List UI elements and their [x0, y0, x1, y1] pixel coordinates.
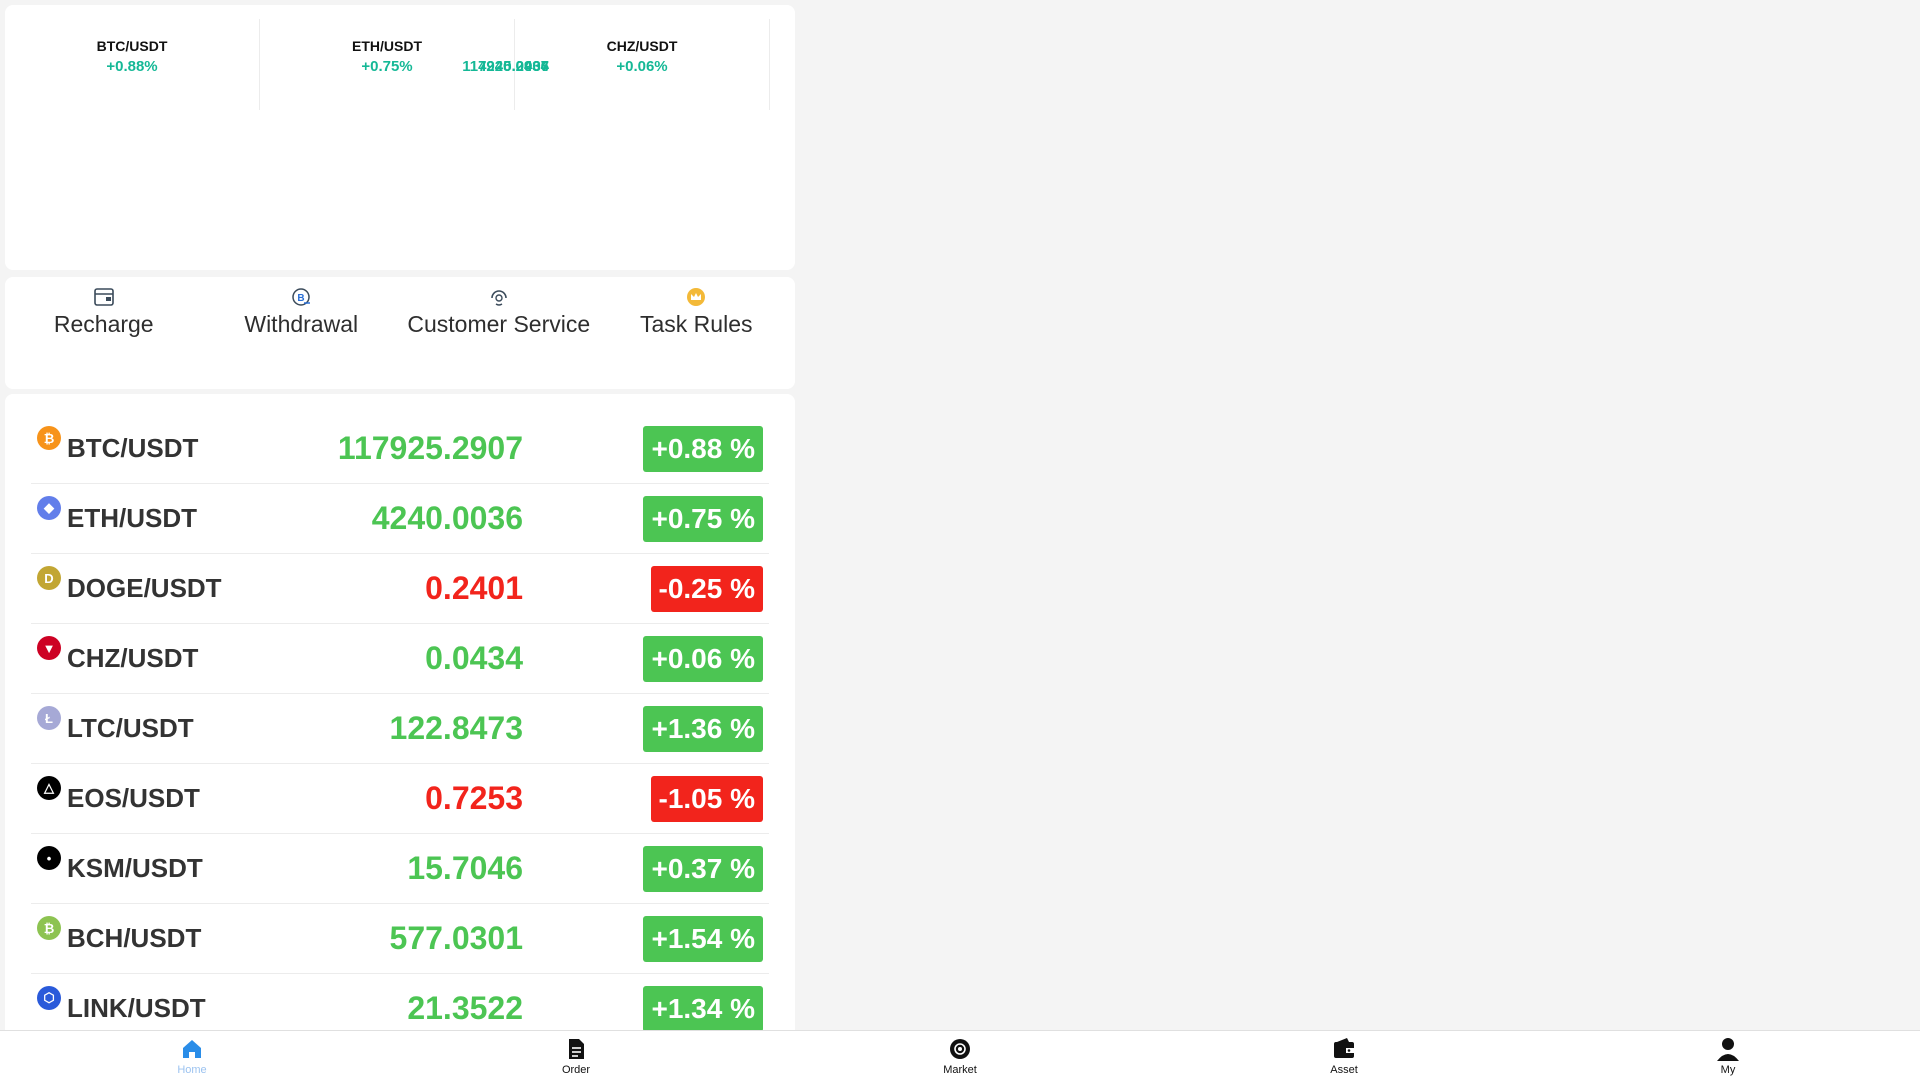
action-label: Recharge	[53, 311, 154, 337]
market-icon	[950, 1039, 970, 1059]
ticker-btc[interactable]: BTC/USDT 117925.2907 +0.88%	[5, 19, 549, 110]
change-badge: +0.75 %	[643, 495, 763, 542]
document-icon	[569, 1039, 584, 1059]
action-label: Withdrawal	[244, 311, 359, 337]
market-price: 577.0301	[389, 920, 523, 956]
market-price: 4240.0036	[371, 500, 523, 536]
market-pair: DOGE/USDT	[67, 573, 222, 603]
action-label: Customer Service	[407, 311, 591, 337]
ksm-icon: •	[37, 846, 61, 870]
ticker-change: +0.06%	[616, 58, 668, 75]
tab-market[interactable]: Market	[768, 1031, 1152, 1080]
tab-label: Home	[177, 1064, 207, 1076]
crown-icon	[687, 288, 706, 306]
market-pair: BTC/USDT	[67, 433, 199, 463]
change-badge: +0.06 %	[643, 635, 763, 682]
wallet-icon	[1334, 1038, 1354, 1058]
market-pair: EOS/USDT	[67, 783, 200, 813]
withdrawal-button[interactable]: B Withdrawal	[203, 277, 401, 389]
ticker-card: BTC/USDT 117925.2907 +0.88% ETH/USDT 424…	[5, 5, 795, 270]
customer-service-button[interactable]: Customer Service	[400, 277, 598, 389]
eth-icon: ◆	[37, 496, 61, 520]
market-pair: LTC/USDT	[67, 713, 194, 743]
bottom-tab-bar: Home Order Market Asset My	[0, 1030, 1920, 1080]
ticker-row: BTC/USDT 117925.2907 +0.88% ETH/USDT 424…	[5, 5, 795, 110]
ltc-icon: Ł	[37, 706, 61, 730]
ticker-price: 0.0434	[503, 58, 549, 75]
market-row[interactable]: ₿ BTC/USDT 117925.2907 +0.88 %	[31, 414, 769, 484]
change-badge: -0.25 %	[650, 565, 763, 612]
change-badge: +1.54 %	[643, 915, 763, 962]
market-pair: ETH/USDT	[67, 503, 197, 533]
ticker-change: +0.88%	[106, 58, 158, 75]
bch-icon: ₿	[37, 916, 61, 940]
market-pair: BCH/USDT	[67, 923, 202, 953]
tab-asset[interactable]: Asset	[1152, 1031, 1536, 1080]
action-label: Task Rules	[640, 311, 753, 337]
tab-label: My	[1720, 1064, 1736, 1076]
market-price: 117925.2907	[337, 430, 523, 466]
market-pair: LINK/USDT	[67, 993, 206, 1023]
market-row[interactable]: △ EOS/USDT 0.7253 -1.05 %	[31, 764, 769, 834]
market-row[interactable]: D DOGE/USDT 0.2401 -0.25 %	[31, 554, 769, 624]
headset-icon	[490, 290, 507, 306]
market-row[interactable]: Ł LTC/USDT 122.8473 +1.36 %	[31, 694, 769, 764]
recharge-button[interactable]: Recharge	[5, 277, 203, 389]
ticker-pair: BTC/USDT	[96, 38, 168, 54]
tab-my[interactable]: My	[1536, 1031, 1920, 1080]
chz-icon: ▼	[37, 636, 61, 660]
market-row[interactable]: • KSM/USDT 15.7046 +0.37 %	[31, 834, 769, 904]
user-icon	[1717, 1038, 1739, 1061]
market-row[interactable]: ◆ ETH/USDT 4240.0036 +0.75 %	[31, 484, 769, 554]
market-price: 15.7046	[407, 850, 523, 886]
market-pair: KSM/USDT	[67, 853, 203, 883]
task-rules-button[interactable]: Task Rules	[598, 277, 796, 389]
tab-label: Asset	[1330, 1064, 1358, 1076]
wallet-icon	[93, 288, 114, 306]
btc-icon: ₿	[37, 426, 61, 450]
market-pair: CHZ/USDT	[67, 643, 199, 673]
change-badge: +0.37 %	[643, 845, 763, 892]
ticker-chz[interactable]: CHZ/USDT 0.0434 +0.06%	[503, 19, 770, 110]
link-icon: ⬡	[37, 986, 61, 1010]
market-row[interactable]: ▼ CHZ/USDT 0.0434 +0.06 %	[31, 624, 769, 694]
market-price: 122.8473	[389, 710, 523, 746]
change-badge: +1.34 %	[643, 985, 763, 1032]
doge-icon: D	[37, 566, 61, 590]
ticker-pair: CHZ/USDT	[606, 38, 678, 54]
change-badge: +0.88 %	[643, 425, 763, 472]
market-price: 0.7253	[425, 780, 523, 816]
market-price: 0.2401	[425, 570, 523, 606]
eos-icon: △	[37, 776, 61, 800]
market-row[interactable]: ₿ BCH/USDT 577.0301 +1.54 %	[31, 904, 769, 974]
market-price: 0.0434	[425, 640, 523, 676]
bitcoin-withdraw-icon: B	[292, 288, 311, 306]
svg-text:B: B	[298, 293, 305, 304]
market-row[interactable]: ⬡ LINK/USDT 21.3522 +1.34 %	[31, 974, 769, 1034]
ticker-pair: ETH/USDT	[352, 38, 422, 54]
market-list: ₿ BTC/USDT 117925.2907 +0.88 % ◆ ETH/USD…	[5, 394, 795, 1034]
tab-home[interactable]: Home	[0, 1031, 384, 1080]
change-badge: +1.36 %	[643, 705, 763, 752]
market-price: 21.3522	[407, 990, 523, 1026]
tab-label: Order	[561, 1064, 591, 1076]
home-icon	[183, 1040, 201, 1058]
tab-order[interactable]: Order	[384, 1031, 768, 1080]
change-badge: -1.05 %	[650, 775, 763, 822]
tab-label: Market	[943, 1064, 977, 1076]
quick-actions: Recharge B Withdrawal Customer Service T…	[5, 277, 795, 389]
